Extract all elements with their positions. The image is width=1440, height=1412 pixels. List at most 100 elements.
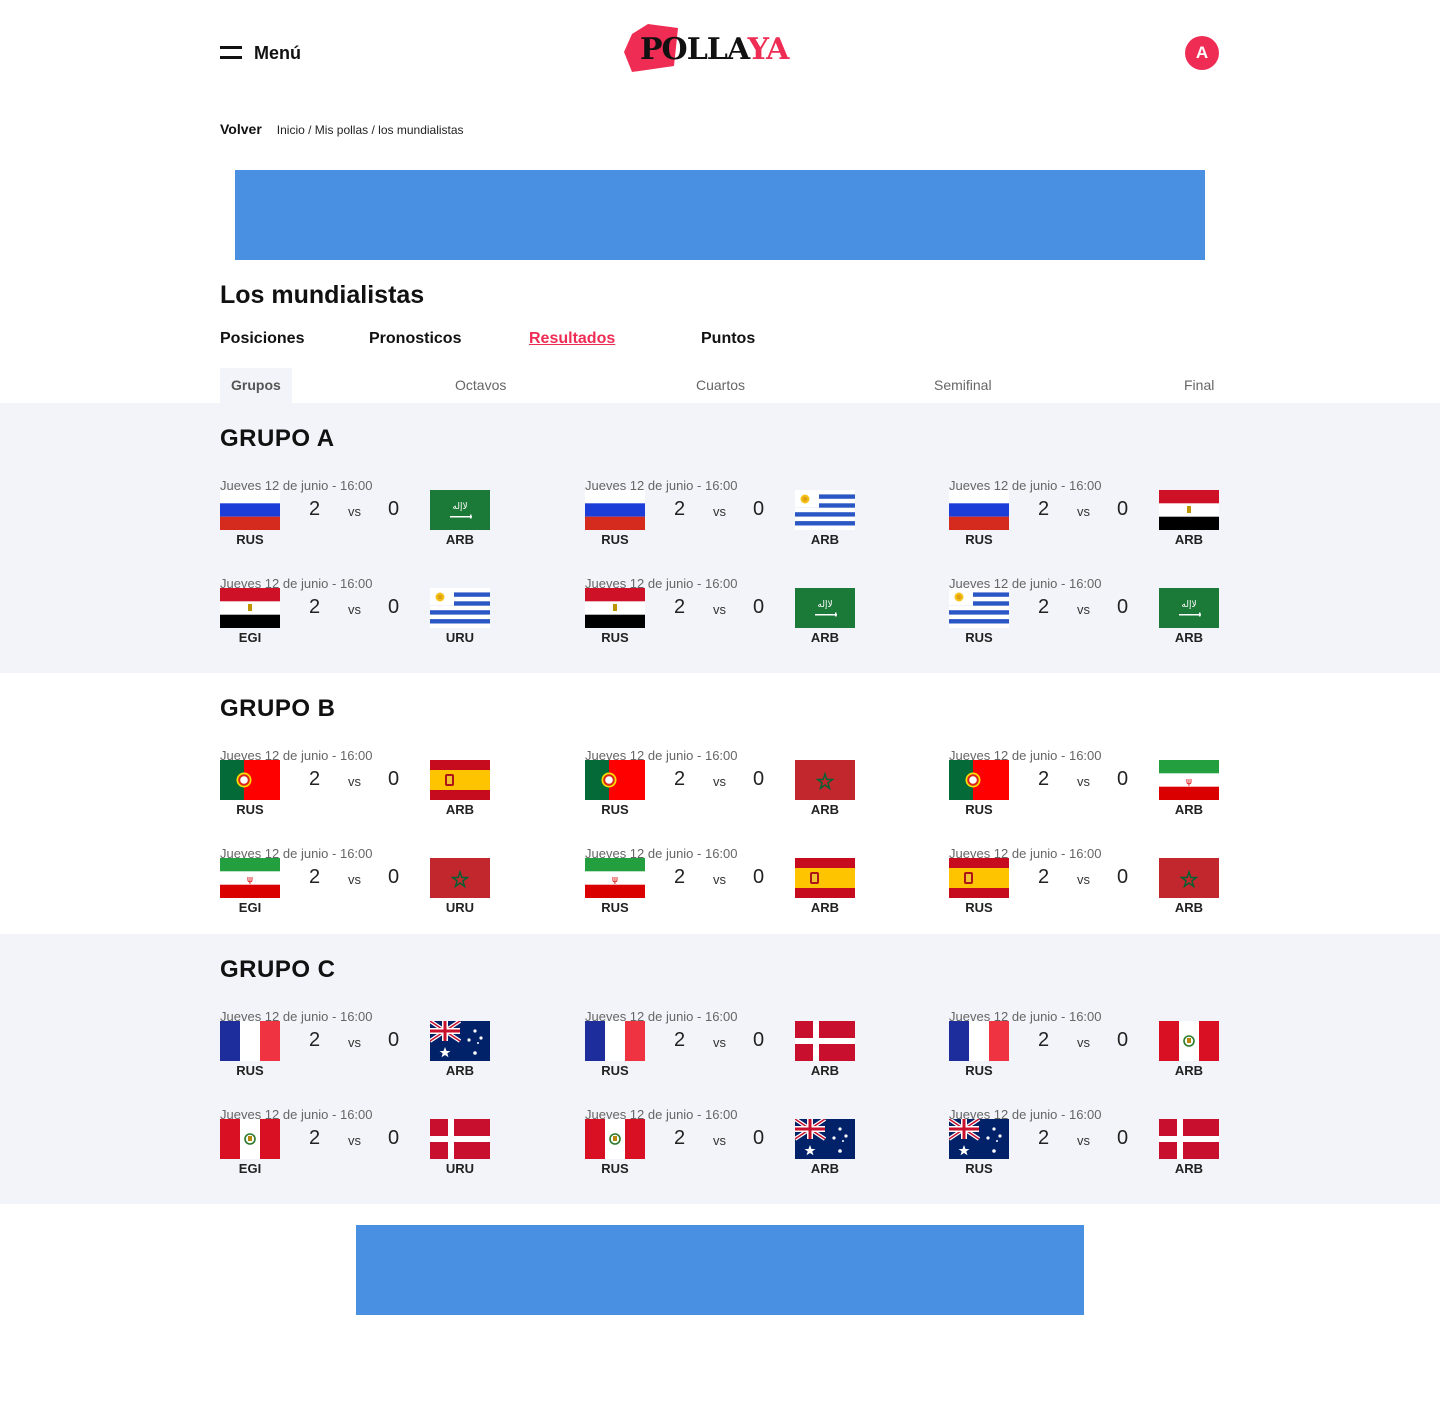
away-team-code: ARB [445, 802, 475, 817]
breadcrumb-separator: / [368, 123, 379, 137]
morocco-flag [430, 858, 490, 898]
subtab-octavos[interactable]: Octavos [455, 368, 506, 403]
vs-label: vs [1077, 1133, 1090, 1148]
australia-flag [949, 1119, 1009, 1159]
group-title: GRUPO C [220, 956, 336, 983]
home-team-code: RUS [601, 1063, 629, 1078]
logo-text-polla: POLLA [640, 32, 749, 67]
match-card[interactable]: Jueves 12 de junio - 16:00 ψ 2 vs 0 EGI URU [220, 846, 490, 922]
away-score: 0 [388, 866, 400, 888]
home-team-code: EGI [238, 630, 262, 645]
subtab-final[interactable]: Final [1184, 368, 1214, 403]
portugal-flag [949, 760, 1009, 800]
svg-text:ψ: ψ [247, 875, 253, 885]
match-card[interactable]: Jueves 12 de junio - 16:00 2 vs 0 ﻻﺇﻟﻪ RUS ARB [585, 576, 855, 652]
away-team-code: URU [445, 630, 475, 645]
subtab-semifinal[interactable]: Semifinal [934, 368, 992, 403]
svg-text:ψ: ψ [1186, 777, 1192, 787]
match-card[interactable]: Jueves 12 de junio - 16:00 2 vs 0 RUS ARB [949, 1107, 1219, 1183]
russia-flag [949, 490, 1009, 530]
ad-banner-bottom[interactable] [356, 1225, 1084, 1315]
back-link[interactable]: Volver [220, 121, 262, 137]
away-score: 0 [753, 596, 765, 618]
vs-label: vs [713, 504, 726, 519]
away-team-code: ARB [810, 532, 840, 547]
denmark-flag [1159, 1119, 1219, 1159]
portugal-flag [220, 760, 280, 800]
vs-label: vs [713, 872, 726, 887]
match-card[interactable]: Jueves 12 de junio - 16:00 2 vs 0 RUS ARB [220, 1009, 490, 1085]
match-card[interactable]: Jueves 12 de junio - 16:00 ψ 2 vs 0 RUS ARB [585, 846, 855, 922]
match-card[interactable]: Jueves 12 de junio - 16:00 2 vs 0 RUS ARB [949, 478, 1219, 554]
match-card[interactable]: Jueves 12 de junio - 16:00 2 vs 0 RUS ARB [949, 846, 1219, 922]
match-card[interactable]: Jueves 12 de junio - 16:00 2 vs 0 EGI URU [220, 576, 490, 652]
tab-pronosticos[interactable]: Pronosticos [369, 330, 461, 348]
subtab-cuartos[interactable]: Cuartos [696, 368, 745, 403]
away-score: 0 [753, 1029, 765, 1051]
vs-label: vs [1077, 602, 1090, 617]
away-score: 0 [1117, 498, 1129, 520]
ad-banner-top[interactable] [235, 170, 1205, 260]
vs-label: vs [713, 774, 726, 789]
away-team-code: URU [445, 900, 475, 915]
spain-flag [430, 760, 490, 800]
tab-posiciones[interactable]: Posiciones [220, 330, 304, 348]
saudi-arabia-flag: ﻻﺇﻟﻪ [1159, 588, 1219, 628]
menu-button[interactable]: Menú [220, 40, 301, 66]
svg-text:ﻻﺇﻟﻪ: ﻻﺇﻟﻪ [1181, 600, 1196, 610]
match-card[interactable]: Jueves 12 de junio - 16:00 2 vs 0 ﻻﺇﻟﻪ RUS ARB [949, 576, 1219, 652]
match-card[interactable]: Jueves 12 de junio - 16:00 2 vs 0 RUS ARB [949, 1009, 1219, 1085]
away-team-code: ARB [810, 630, 840, 645]
home-score: 2 [1038, 768, 1050, 790]
home-team-code: RUS [601, 1161, 629, 1176]
uruguay-flag [430, 588, 490, 628]
home-score: 2 [1038, 1127, 1050, 1149]
vs-label: vs [713, 1035, 726, 1050]
away-score: 0 [388, 1029, 400, 1051]
vs-label: vs [1077, 872, 1090, 887]
match-card[interactable]: Jueves 12 de junio - 16:00 2 vs 0 RUS ARB [585, 478, 855, 554]
user-avatar[interactable]: A [1185, 36, 1219, 70]
vs-label: vs [1077, 774, 1090, 789]
away-score: 0 [388, 1127, 400, 1149]
match-card[interactable]: Jueves 12 de junio - 16:00 2 vs 0 RUS ARB [585, 748, 855, 824]
breadcrumb-item-inicio[interactable]: Inicio [277, 123, 305, 137]
away-score: 0 [1117, 768, 1129, 790]
home-score: 2 [309, 866, 321, 888]
subtab-grupos[interactable]: Grupos [220, 368, 292, 403]
match-card[interactable]: Jueves 12 de junio - 16:00 2 vs 0 RUS ARB [220, 748, 490, 824]
vs-label: vs [348, 872, 361, 887]
peru-flag [1159, 1021, 1219, 1061]
tab-puntos[interactable]: Puntos [701, 330, 755, 348]
russia-flag [585, 490, 645, 530]
vs-label: vs [348, 504, 361, 519]
match-card[interactable]: Jueves 12 de junio - 16:00 2 vs 0 ψ RUS ARB [949, 748, 1219, 824]
vs-label: vs [348, 774, 361, 789]
tab-resultados[interactable]: Resultados [529, 330, 615, 348]
uruguay-flag [949, 588, 1009, 628]
away-team-code: ARB [810, 1063, 840, 1078]
france-flag [220, 1021, 280, 1061]
match-card[interactable]: Jueves 12 de junio - 16:00 2 vs 0 RUS ARB [585, 1107, 855, 1183]
away-team-code: ARB [445, 532, 475, 547]
match-card[interactable]: Jueves 12 de junio - 16:00 2 vs 0 EGI URU [220, 1107, 490, 1183]
peru-flag [220, 1119, 280, 1159]
home-team-code: RUS [965, 1063, 993, 1078]
home-score: 2 [309, 596, 321, 618]
breadcrumb-item-mis-pollas[interactable]: Mis pollas [315, 123, 368, 137]
match-card[interactable]: Jueves 12 de junio - 16:00 2 vs 0 ﻻﺇﻟﻪ RUS ARB [220, 478, 490, 554]
svg-text:ﻻﺇﻟﻪ: ﻻﺇﻟﻪ [817, 600, 832, 610]
breadcrumb-item-current: los mundialistas [378, 123, 464, 137]
pollaya-logo[interactable]: POLLAYA [622, 22, 807, 74]
match-card[interactable]: Jueves 12 de junio - 16:00 2 vs 0 RUS ARB [585, 1009, 855, 1085]
saudi-arabia-flag: ﻻﺇﻟﻪ [795, 588, 855, 628]
breadcrumb-separator: / [304, 123, 315, 137]
home-team-code: RUS [601, 802, 629, 817]
svg-text:ψ: ψ [612, 875, 618, 885]
away-score: 0 [388, 596, 400, 618]
spain-flag [795, 858, 855, 898]
morocco-flag [795, 760, 855, 800]
denmark-flag [795, 1021, 855, 1061]
group-section: GRUPO B Jueves 12 de junio - 16:00 2 vs 0 RUS… [0, 673, 1440, 934]
hamburger-icon [220, 46, 242, 60]
